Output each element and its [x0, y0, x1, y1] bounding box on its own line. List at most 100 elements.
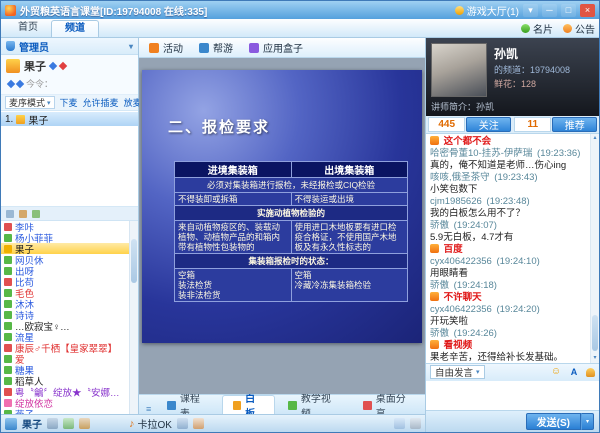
chat-input[interactable]: [426, 381, 599, 410]
chat-message: 看视频: [430, 340, 588, 352]
member-scrollbar-thumb[interactable]: [131, 239, 137, 283]
member-list: 李咔 杨小菲菲 果子 网贝休: [1, 221, 138, 414]
member-status-icon: [4, 245, 12, 253]
scroll-up-icon[interactable]: ▴: [591, 134, 599, 143]
chat-message: 百度: [430, 244, 588, 256]
mic-mode-row: 麦序模式 ▾ 下麦 允许插麦 放麦: [1, 95, 138, 111]
send-options-button[interactable]: ▾: [581, 413, 594, 430]
slide-cell: 必须对集装箱进行报检，未经报检或CIQ检验: [175, 178, 408, 193]
speaker-icon[interactable]: [6, 210, 14, 218]
chat-sender-name: 骄傲: [430, 220, 449, 231]
chat-message-head: 骄傲 (19:24:26): [430, 328, 588, 340]
view-tab-icon: [167, 401, 176, 410]
follow-button[interactable]: 关注: [466, 117, 511, 132]
slide-cell-line: 装法检货: [178, 280, 288, 290]
mic-icon[interactable]: [47, 418, 58, 429]
chat-scrollbar[interactable]: ▴ ▾: [590, 134, 599, 363]
member-panel: 管理员 ▾ 果子 今令： 麦序模式 ▾ 下麦: [1, 38, 139, 414]
titlebar: 外贸粮英语言课堂[ID:19794008 在线:335] 游戏大厅(1) ▾ ─…: [1, 1, 599, 19]
member-status-icon: [4, 366, 12, 374]
chat-message-head: 哈密骨董10-挂苏-伊萨瑞 (19:23:36): [430, 148, 588, 160]
avatar[interactable]: [6, 59, 20, 73]
slide-title: 二、报检要求: [168, 116, 422, 137]
member-status-icon: [4, 289, 12, 297]
mic-action-link[interactable]: 下麦: [60, 96, 78, 109]
mic-mode-select[interactable]: 麦序模式 ▾: [5, 96, 55, 109]
whiteboard-canvas[interactable]: 二、报检要求 进境集装箱 出境集装箱 必须对集装箱进行报检，未经报检或CIQ检验…: [139, 58, 425, 394]
toolbar-button[interactable]: 活动: [149, 40, 183, 55]
chat-message-body: 用眼睛看: [430, 268, 588, 280]
toolbar-button[interactable]: 应用盒子: [249, 40, 303, 55]
font-icon[interactable]: A: [568, 366, 580, 378]
channel-toolbar: 活动 帮游 应用盒子: [139, 38, 425, 58]
nav-tab[interactable]: 首页: [5, 20, 51, 37]
minimize-button[interactable]: ─: [542, 4, 557, 17]
gift-icon[interactable]: [193, 418, 204, 429]
card-icon: [521, 24, 530, 33]
queue-number: 1.: [5, 114, 13, 125]
view-tab[interactable]: 教学视频: [277, 396, 350, 414]
card-button[interactable]: 名片: [521, 21, 553, 36]
chevron-down-icon: ▾: [47, 99, 51, 107]
chat-message-list: 这个都不会 哈密骨董10-挂苏-伊萨瑞 (19:23:36): [430, 136, 588, 363]
toolbar-icon: [199, 43, 209, 53]
chat-sender-name: 咳咳,俄圣茶守: [430, 172, 490, 183]
admin-shield-icon: [6, 41, 15, 51]
app-window: 外贸粮英语言课堂[ID:19794008 在线:335] 游戏大厅(1) ▾ ─…: [0, 0, 600, 433]
chat-message-body: 5.9无白板，4.7才有: [430, 232, 588, 244]
apps-icon[interactable]: [177, 418, 188, 429]
chat-message-head: 骄傲 (19:24:07): [430, 220, 588, 232]
my-username: 果子: [22, 416, 42, 431]
nav-tab[interactable]: 频道: [51, 20, 99, 37]
speak-mode-select[interactable]: 自由发言 ▾: [430, 365, 485, 379]
recommend-button[interactable]: 推荐: [552, 117, 597, 132]
chat-sender-name: 骄傲: [430, 328, 449, 339]
settings-icon[interactable]: [410, 418, 421, 429]
bell-icon[interactable]: [586, 368, 595, 377]
view-tab[interactable]: 桌面分享: [352, 396, 425, 414]
member-scrollbar[interactable]: [129, 221, 138, 414]
vip-gem-icon: [59, 62, 67, 70]
mic-queue-item[interactable]: 1. 果子: [1, 112, 138, 126]
member-status-icon: [4, 388, 12, 396]
main-menu-button[interactable]: ▾: [523, 4, 538, 17]
tab-menu-icon[interactable]: ≡: [143, 404, 154, 414]
emoji-icon[interactable]: ☺: [550, 366, 562, 378]
admin-section-header[interactable]: 管理员 ▾: [1, 38, 138, 55]
chat-message: 骄傲 (19:24:26): [430, 328, 588, 340]
nav-tab-label: 频道: [65, 23, 85, 34]
chat-message-text: 我的白板怎么用不了？: [430, 208, 525, 219]
view-tab[interactable]: 课程表: [156, 396, 219, 414]
filter-icon[interactable]: [32, 210, 40, 218]
chat-message: 用眼睛看: [430, 268, 588, 280]
announcement-button[interactable]: 公告: [563, 21, 595, 36]
member-status-icon: [4, 234, 12, 242]
karaoke-button[interactable]: ♪ 卡拉OK: [129, 416, 172, 431]
game-hall-button[interactable]: 游戏大厅(1): [455, 3, 519, 18]
send-button[interactable]: 发送(S): [526, 413, 581, 430]
view-tab[interactable]: 白板: [222, 395, 276, 414]
maximize-button[interactable]: □: [561, 4, 576, 17]
my-avatar[interactable]: [5, 418, 17, 430]
chat-message-head: cjm1985626 (19:23:48): [430, 196, 588, 208]
chat-scrollbar-thumb[interactable]: [592, 315, 598, 351]
view-tabbar: ≡ 课程表 白板 教学视频: [139, 394, 425, 414]
chat-message: 5.9无白板，4.7才有: [430, 232, 588, 244]
chat-message-text: 百度: [444, 244, 463, 255]
level-gem-icon: [16, 79, 24, 87]
screen-share-icon[interactable]: [394, 418, 405, 429]
close-button[interactable]: ×: [580, 4, 595, 17]
window-title: 外贸粮英语言课堂[ID:19794008 在线:335]: [20, 3, 207, 18]
mic-action-link[interactable]: 允许插麦: [83, 96, 119, 109]
member-status-icon: [4, 311, 12, 319]
scroll-down-icon[interactable]: ▾: [591, 354, 599, 363]
headset-icon[interactable]: [79, 418, 90, 429]
speaker-icon[interactable]: [63, 418, 74, 429]
member-status-icon: [4, 256, 12, 264]
lock-icon[interactable]: [19, 210, 27, 218]
chat-message-text: 小笑包数下: [430, 184, 478, 195]
chat-input-area: [426, 380, 599, 410]
collapse-caret-icon[interactable]: ▾: [129, 42, 133, 51]
member-status-icon: [4, 333, 12, 341]
toolbar-button[interactable]: 帮游: [199, 40, 233, 55]
